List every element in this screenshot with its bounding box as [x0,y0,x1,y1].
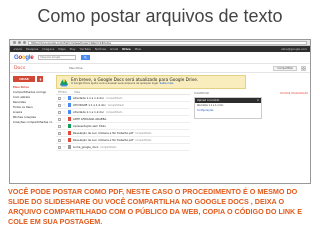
banner-sub-text: O Google Drive ajuda você a acessar seus… [71,82,159,85]
upload-button[interactable] [37,76,43,82]
slide-description: VOCÊ PODE POSTAR COMO PDF, NESTE CASO O … [8,187,303,226]
back-icon[interactable] [13,41,16,44]
file-row[interactable]: ☆ Atividade 1.1 a 1.2.doc Compartilhado [56,95,190,102]
gbar-item[interactable]: Play [70,47,76,51]
learn-more-link[interactable]: Saiba mais [160,82,174,85]
shared-tag: Compartilhado [107,103,124,107]
panel-toolbar: CLASSIFICAR OCULTAR VISUALIZAÇÃO [192,91,310,96]
star-icon[interactable]: ☆ [63,138,66,142]
gbar-item[interactable]: Imagens [42,47,54,51]
file-name[interactable]: Revelação de Luz, Câmera e Ter trabalho.… [73,131,133,135]
docs-body: CRIAR Meu Drive Compartilhados comigo Co… [10,74,310,183]
preview-panel: CLASSIFICAR OCULTAR VISUALIZAÇÃO Upload … [192,91,310,183]
file-type-icon [68,131,72,135]
star-icon[interactable]: ☆ [63,131,66,135]
drive-icon [60,79,68,87]
file-name[interactable]: Apresentação sem título [73,124,106,128]
file-row[interactable]: ☆ ARTE AFRICANA ADAEBA [56,116,190,123]
close-icon[interactable]: × [257,99,259,102]
file-name[interactable]: Revelação de Luz, Câmera e Ter trabalho.… [73,138,133,142]
page-title: Docs [14,65,26,71]
file-row[interactable]: ☆ Atividade 1.1 e 1.2.doc Compartilhado [56,109,190,116]
shared-tag: Compartilhado [106,96,123,100]
file-row[interactable]: ☆ Linha_google_docs Compartilhado [56,144,190,151]
gbar-item-more[interactable]: Mais [135,47,141,51]
row-checkbox[interactable] [58,110,61,114]
star-icon[interactable]: ☆ [63,96,66,100]
row-checkbox[interactable] [58,131,61,135]
search-input[interactable]: Pesquisa Google [38,55,77,60]
gbar-item[interactable]: Gmail [110,47,118,51]
google-logo[interactable]: Google [14,55,34,61]
file-list: TÍTULO Mais ☆ Atividade 1.1 a 1.2.doc Comp… [56,91,190,183]
gear-icon [302,66,305,70]
drive-update-banner: Em breve, o Google Docs será atualizado … [56,75,246,89]
reload-icon[interactable] [23,41,26,44]
file-row[interactable]: ☆ ATIVIDADE 1.1 a 1.2.doc Compartilhado [56,102,190,109]
screenshot-frame: https://docs.google.com/?tab=mo&authuser… [9,39,311,184]
gbar-item[interactable]: Maps [58,47,65,51]
sort-button[interactable]: CLASSIFICAR [194,92,209,95]
file-row[interactable]: ☆ Apresentação sem título [56,123,190,130]
address-bar[interactable]: https://docs.google.com/?tab=mo&authuser… [28,40,307,45]
shared-tag: Compartilhado [135,131,152,135]
gbar-item[interactable]: Pesquisa [26,47,38,51]
share-button[interactable]: Compartilhar [273,65,297,71]
file-type-icon [68,110,72,114]
row-checkbox[interactable] [58,117,61,121]
settings-button[interactable] [301,65,306,71]
docs-header: Google Pesquisa Google [10,52,310,64]
star-icon[interactable]: ☆ [63,110,66,114]
search-icon [84,56,88,59]
breadcrumb[interactable]: Meu Drive [69,67,82,70]
upload-icon [38,77,42,81]
more-actions[interactable]: Mais [75,91,80,94]
file-type-icon [68,117,72,121]
gbar-item[interactable]: YouTube [80,47,91,51]
sidebar: CRIAR Meu Drive Compartilhados comigo Co… [10,74,54,183]
banner-subtext: O Google Drive ajuda você a acessar seus… [71,82,242,85]
file-name[interactable]: ATIVIDADE 1.1 a 1.2.doc [73,103,106,107]
docs-subheader: Docs Meu Drive Compartilhar [10,64,310,73]
create-button[interactable]: CRIAR [13,76,35,82]
file-name[interactable]: Atividade 1.1 e 1.2.doc [73,110,104,114]
file-type-icon [68,103,72,107]
file-name[interactable]: Linha_google_docs [73,145,98,149]
row-checkbox[interactable] [58,103,61,107]
star-icon[interactable]: ☆ [63,124,66,128]
column-title[interactable]: TÍTULO [58,91,67,94]
shared-tag: Compartilhado [106,110,123,114]
account-name[interactable]: aline@google.com [281,47,307,51]
file-type-icon [68,96,72,100]
star-icon[interactable]: ☆ [63,145,66,149]
forward-icon[interactable] [18,41,21,44]
file-type-icon [68,124,72,128]
file-row[interactable]: ☆ Revelação de Luz, Câmera e Ter trabalho… [56,137,190,144]
file-name[interactable]: ARTE AFRICANA ADAEBA [73,117,106,121]
star-icon[interactable]: ☆ [63,117,66,121]
file-row[interactable]: ☆ Revelação de Luz, Câmera e Ter trabalho… [56,130,190,137]
upload-status-title: Upload concluído [197,99,220,102]
search-button[interactable] [81,55,91,60]
gbar-item[interactable]: Notícias [95,47,106,51]
file-type-icon [68,145,72,149]
row-checkbox[interactable] [58,96,61,100]
upload-settings-link[interactable]: Configurações [195,108,261,113]
shared-tag: Compartilhado [100,145,117,149]
file-type-icon [68,138,72,142]
sidebar-item-shared-collections[interactable]: Coleções compartilhadas co [13,120,52,125]
gbar-item[interactable]: +Você [13,47,22,51]
file-name[interactable]: Atividade 1.1 a 1.2.doc [73,96,104,100]
slide-title: Como postar arquivos de texto [37,6,283,26]
shared-tag: Compartilhado [135,138,152,142]
search-placeholder: Pesquisa Google [40,56,61,59]
row-checkbox[interactable] [58,145,61,149]
upload-status-panel: Upload concluído × Atividade 1.1 a 1.2.d… [194,97,262,119]
star-icon[interactable]: ☆ [63,103,66,107]
hide-preview-button[interactable]: OCULTAR VISUALIZAÇÃO [280,92,308,95]
row-checkbox[interactable] [58,124,61,128]
gbar-item-drive[interactable]: Drive [122,47,130,51]
row-checkbox[interactable] [58,138,61,142]
